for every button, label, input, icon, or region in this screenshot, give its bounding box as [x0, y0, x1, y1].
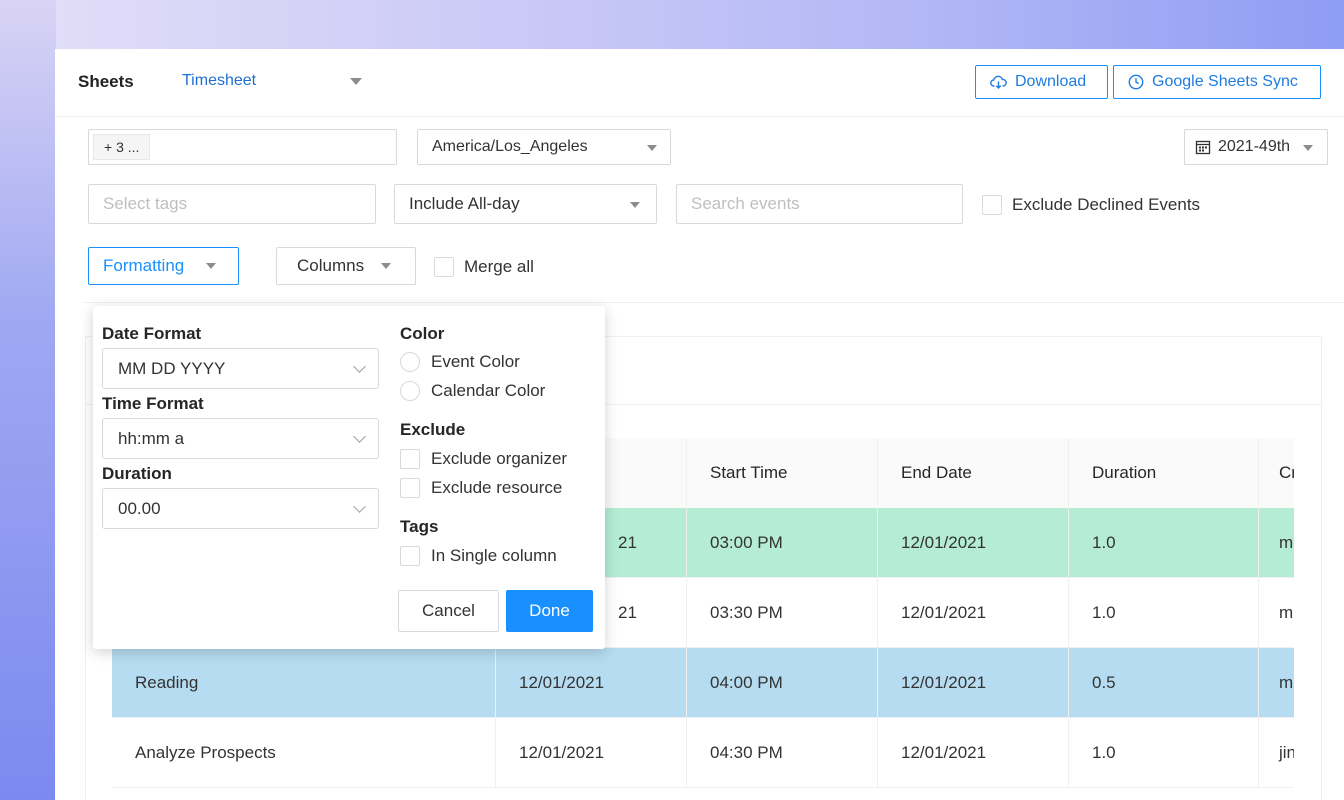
- chevron-down-icon: [353, 360, 366, 373]
- timezone-select[interactable]: America/Los_Angeles: [417, 129, 671, 165]
- background-left: [0, 0, 56, 800]
- date-format-value: MM DD YYYY: [118, 358, 226, 378]
- background-top: [0, 0, 1344, 49]
- formatting-button[interactable]: Formatting: [88, 247, 239, 285]
- cell-duration: 1.0: [1069, 508, 1259, 578]
- merge-all-checkbox[interactable]: [434, 257, 454, 277]
- column-header-end-date[interactable]: End Date: [878, 438, 1069, 508]
- time-format-value: hh:mm a: [118, 428, 185, 448]
- cell-end-date: 12/01/2021: [878, 578, 1069, 648]
- timezone-value: America/Los_Angeles: [432, 138, 588, 155]
- allday-select[interactable]: Include All-day: [394, 184, 657, 224]
- caret-down-icon[interactable]: [350, 78, 362, 85]
- caret-down-icon: [206, 263, 216, 269]
- done-button[interactable]: Done: [506, 590, 593, 632]
- sync-label: Google Sheets Sync: [1152, 73, 1298, 90]
- event-color-radio[interactable]: [400, 352, 420, 372]
- cell-creator: m: [1279, 603, 1294, 622]
- cell-start-date: 12/01/2021: [496, 718, 687, 788]
- exclude-heading: Exclude: [400, 420, 466, 439]
- sheets-window: Sheets Timesheet Download Google Sheets …: [55, 49, 1344, 800]
- table-row[interactable]: Reading 12/01/2021 04:00 PM 12/01/2021 0…: [112, 648, 1294, 718]
- column-header-start-time[interactable]: Start Time: [687, 438, 878, 508]
- cell-start-time: 04:30 PM: [687, 718, 878, 788]
- caret-down-icon: [1303, 145, 1313, 151]
- event-color-label: Event Color: [431, 352, 520, 371]
- calendars-chip[interactable]: + 3 ...: [93, 134, 151, 160]
- duration-value: 00.00: [118, 498, 161, 518]
- columns-button[interactable]: Columns: [276, 247, 416, 285]
- page-title: Sheets: [78, 72, 134, 91]
- exclude-organizer-label: Exclude organizer: [431, 449, 568, 468]
- calendar-color-label: Calendar Color: [431, 381, 546, 400]
- duration-heading: Duration: [102, 464, 172, 483]
- exclude-declined-checkbox[interactable]: [982, 195, 1002, 215]
- cell-title: Analyze Prospects: [112, 718, 496, 788]
- formatting-popover: Date Format MM DD YYYY Time Format hh:mm…: [93, 306, 605, 649]
- exclude-organizer-checkbox[interactable]: [400, 449, 420, 469]
- week-value: 2021-49th: [1218, 138, 1291, 155]
- sheet-select[interactable]: Timesheet: [182, 72, 256, 90]
- date-format-heading: Date Format: [102, 324, 202, 343]
- caret-down-icon: [630, 202, 640, 208]
- cancel-button[interactable]: Cancel: [398, 590, 499, 632]
- caret-down-icon: [647, 145, 657, 151]
- cell-end-date: 12/01/2021: [878, 508, 1069, 578]
- cell-creator: jin: [1279, 743, 1294, 762]
- column-header-creator[interactable]: Cr: [1259, 438, 1294, 508]
- exclude-resource-checkbox[interactable]: [400, 478, 420, 498]
- tags-select[interactable]: Select tags: [88, 184, 376, 224]
- header-bar: Sheets Timesheet Download Google Sheets …: [55, 49, 1344, 117]
- duration-select[interactable]: 00.00: [102, 488, 379, 529]
- date-format-select[interactable]: MM DD YYYY: [102, 348, 379, 389]
- formatting-label: Formatting: [103, 256, 185, 275]
- cell-duration: 0.5: [1069, 648, 1259, 718]
- cell-start-time: 04:00 PM: [687, 648, 878, 718]
- color-heading: Color: [400, 324, 445, 343]
- single-column-checkbox[interactable]: [400, 546, 420, 566]
- column-header-duration[interactable]: Duration: [1069, 438, 1259, 508]
- time-format-heading: Time Format: [102, 394, 204, 413]
- download-button[interactable]: Download: [975, 65, 1108, 99]
- cloud-download-icon: [990, 75, 1007, 89]
- merge-all-label: Merge all: [464, 257, 534, 276]
- google-sheets-sync-button[interactable]: Google Sheets Sync: [1113, 65, 1321, 99]
- caret-down-icon: [381, 263, 391, 269]
- calendars-select[interactable]: + 3 ...: [88, 129, 397, 165]
- exclude-declined-label: Exclude Declined Events: [1012, 195, 1201, 214]
- cell-duration: 1.0: [1069, 578, 1259, 648]
- calendar-color-radio[interactable]: [400, 381, 420, 401]
- allday-value: Include All-day: [409, 194, 520, 213]
- time-format-select[interactable]: hh:mm a: [102, 418, 379, 459]
- download-label: Download: [1015, 73, 1087, 90]
- cell-start-date: 12/01/2021: [496, 648, 687, 718]
- clock-icon: [1128, 74, 1144, 90]
- columns-label: Columns: [297, 256, 365, 275]
- single-column-label: In Single column: [431, 546, 557, 565]
- cell-creator: m: [1279, 533, 1294, 552]
- exclude-resource-label: Exclude resource: [431, 478, 563, 497]
- cell-start-time: 03:00 PM: [687, 508, 878, 578]
- divider: [83, 302, 1344, 303]
- tags-heading: Tags: [400, 517, 439, 536]
- calendar-icon: [1195, 140, 1211, 155]
- table-row[interactable]: Analyze Prospects 12/01/2021 04:30 PM 12…: [112, 718, 1294, 788]
- cell-duration: 1.0: [1069, 718, 1259, 788]
- cell-end-date: 12/01/2021: [878, 648, 1069, 718]
- cell-creator: m: [1279, 673, 1294, 692]
- week-picker[interactable]: 2021-49th: [1184, 129, 1328, 165]
- cell-start-time: 03:30 PM: [687, 578, 878, 648]
- cell-end-date: 12/01/2021: [878, 718, 1069, 788]
- cell-title: Reading: [112, 648, 496, 718]
- chevron-down-icon: [353, 430, 366, 443]
- search-events-input[interactable]: Search events: [676, 184, 963, 224]
- chevron-down-icon: [353, 500, 366, 513]
